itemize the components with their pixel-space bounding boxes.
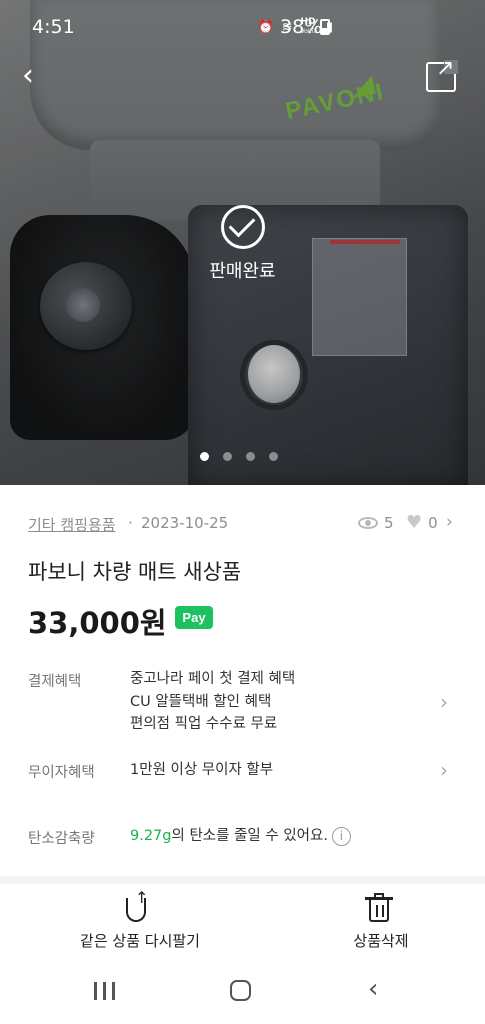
installment-benefit-value[interactable]: 1만원 이상 무이자 할부: [130, 759, 273, 782]
eye-icon: [358, 517, 378, 529]
relist-arrow-icon: ↑: [40, 890, 240, 930]
carbon-amount: 9.27g: [130, 828, 172, 844]
alarm-icon: ⏰: [257, 19, 274, 35]
payment-benefit-chevron-icon[interactable]: ›: [440, 690, 448, 714]
product-title: 파보니 차량 매트 새상품: [28, 560, 242, 584]
home-button[interactable]: [230, 980, 251, 1001]
system-back-button[interactable]: ‹: [368, 974, 378, 1004]
meta-separator: ·: [128, 514, 133, 532]
battery-percentage: 38%: [280, 16, 323, 38]
view-count: 5: [358, 514, 394, 532]
battery-icon: [320, 19, 330, 35]
payment-benefit-item: CU 알뜰택배 할인 혜택: [130, 693, 272, 710]
like-count[interactable]: ♥ 0: [406, 512, 438, 533]
payment-benefit-label: 결제혜택: [28, 674, 82, 690]
info-icon[interactable]: i: [331, 826, 351, 846]
carbon-reduction: 9.27g의 탄소를 줄일 수 있어요. i: [130, 825, 351, 848]
installment-benefit-chevron-icon[interactable]: ›: [440, 758, 448, 782]
payment-benefit-item: 편의점 픽업 수수료 무료: [130, 716, 278, 732]
payment-benefit-item: 중고나라 페이 첫 결제 혜택: [130, 671, 296, 687]
carousel-dot[interactable]: [200, 452, 209, 461]
trash-icon: [281, 893, 481, 930]
section-divider: [0, 876, 485, 884]
share-button[interactable]: ↗: [426, 58, 458, 92]
post-date: 2023-10-25: [141, 514, 229, 532]
carbon-label: 탄소감축량: [28, 831, 95, 847]
view-count-value: 5: [384, 514, 394, 532]
carousel-dot[interactable]: [269, 452, 278, 461]
delete-button[interactable]: 상품삭제: [281, 893, 481, 951]
check-circle-icon: [220, 205, 265, 249]
recent-apps-button[interactable]: [94, 982, 115, 1000]
heart-icon: ♥: [406, 512, 423, 533]
carousel-dot[interactable]: [223, 452, 232, 461]
share-icon: ↗: [436, 56, 455, 81]
installment-benefit-label: 무이자혜택: [28, 765, 95, 781]
relist-label: 같은 상품 다시팔기: [80, 932, 200, 950]
delete-label: 상품삭제: [353, 932, 409, 950]
product-price: 33,000원: [28, 606, 167, 640]
pay-badge: Pay: [175, 606, 213, 629]
category-link[interactable]: 기타 캠핑용품: [28, 514, 116, 535]
relist-button[interactable]: ↑ 같은 상품 다시팔기: [40, 890, 240, 951]
sold-status: 판매완료: [190, 205, 295, 283]
check-mark: [228, 210, 255, 238]
status-bar: 4:51 ⏰ ≋ HD VoLTE ▮ 38%: [0, 0, 485, 56]
status-time: 4:51: [32, 16, 75, 38]
chevron-left-icon: ‹: [22, 58, 34, 93]
payment-benefit-list[interactable]: 중고나라 페이 첫 결제 혜택 CU 알뜰택배 할인 혜택 편의점 픽업 수수료…: [130, 668, 295, 736]
system-navigation-bar: ‹: [0, 968, 485, 1024]
carousel-dot[interactable]: [246, 452, 255, 461]
product-meta: 기타 캠핑용품 · 2023-10-25 5 ♥ 0 ›: [28, 512, 458, 538]
sold-label: 판매완료: [209, 261, 276, 282]
chevron-right-icon[interactable]: ›: [446, 512, 453, 532]
back-button[interactable]: ‹: [22, 58, 58, 98]
carousel-pagination: [200, 452, 278, 461]
like-count-value: 0: [428, 514, 438, 532]
carbon-suffix: 의 탄소를 줄일 수 있어요.: [171, 828, 328, 844]
